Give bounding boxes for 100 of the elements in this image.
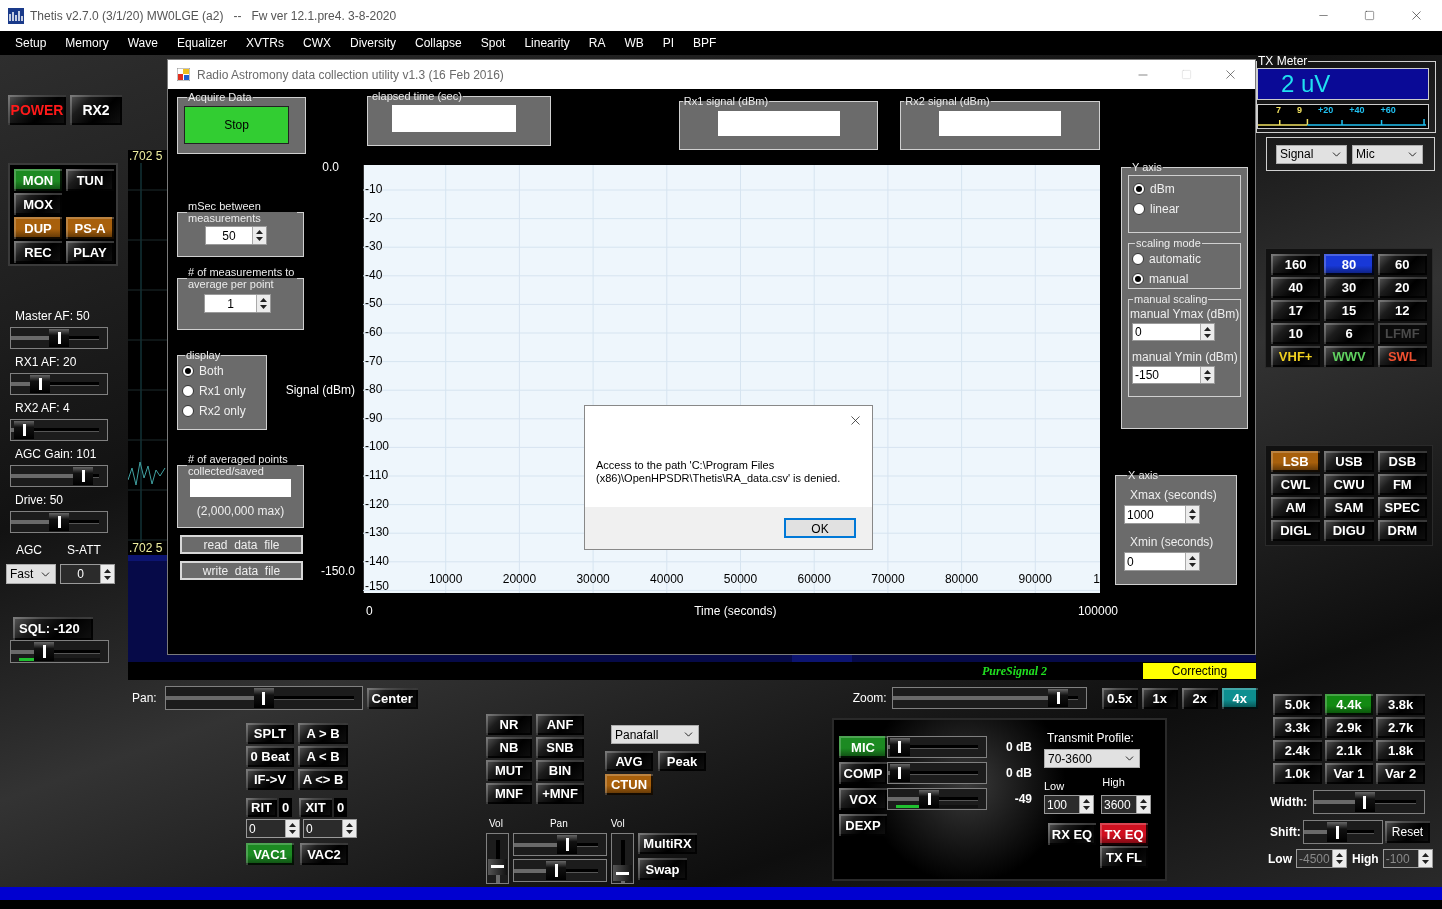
slider-thumb[interactable] bbox=[1327, 822, 1348, 842]
filter-button[interactable]: 2.4k bbox=[1273, 740, 1322, 761]
menu-item[interactable]: Setup bbox=[15, 34, 47, 52]
ok-button[interactable]: OK bbox=[784, 518, 856, 538]
dropdown[interactable]: Signal bbox=[1276, 144, 1347, 164]
slider[interactable] bbox=[1313, 790, 1425, 814]
tx-key-button[interactable]: MIC bbox=[839, 736, 887, 758]
radio-button[interactable] bbox=[1133, 203, 1145, 215]
vfo-button[interactable]: SPLT bbox=[246, 723, 294, 744]
band-button[interactable]: 20 bbox=[1377, 277, 1427, 298]
band-button[interactable]: 6 bbox=[1324, 323, 1374, 344]
menu-item[interactable]: Linearity bbox=[524, 34, 570, 52]
slider-thumb[interactable] bbox=[49, 513, 69, 531]
display-button[interactable]: AVG bbox=[605, 751, 653, 771]
slider-thumb[interactable] bbox=[889, 738, 910, 756]
mode-button[interactable]: AM bbox=[1271, 497, 1321, 518]
spinner-arrows-icon[interactable] bbox=[1079, 796, 1093, 813]
vac-button[interactable]: VAC1 bbox=[246, 843, 294, 865]
menu-item[interactable]: RA bbox=[588, 34, 606, 52]
dsp-button[interactable]: MNF bbox=[486, 783, 532, 804]
dropdown[interactable]: 70-3600 bbox=[1044, 749, 1140, 768]
vertical-slider[interactable] bbox=[611, 833, 634, 884]
spin-field[interactable]: 3600 bbox=[1101, 795, 1151, 814]
dsp-button[interactable]: +MNF bbox=[536, 783, 584, 804]
display-button[interactable]: Peak bbox=[658, 751, 706, 771]
mode-button[interactable]: LSB bbox=[1271, 451, 1321, 472]
spinner-arrows-icon[interactable] bbox=[342, 820, 356, 837]
slider[interactable] bbox=[891, 687, 1087, 709]
power-button[interactable]: POWER bbox=[8, 95, 66, 125]
slider[interactable] bbox=[10, 327, 108, 349]
mode-button[interactable]: SAM bbox=[1324, 497, 1374, 518]
slider-thumb[interactable] bbox=[546, 861, 567, 880]
slider-thumb[interactable] bbox=[613, 865, 632, 882]
slider-thumb[interactable] bbox=[889, 764, 910, 782]
band-button[interactable]: 60 bbox=[1377, 254, 1427, 275]
reset-button[interactable]: Reset bbox=[1385, 821, 1430, 843]
filter-button[interactable]: Var 1 bbox=[1324, 763, 1374, 784]
key-button[interactable]: REC bbox=[14, 241, 62, 263]
menu-item[interactable]: CWX bbox=[303, 34, 331, 52]
dsp-button[interactable]: BIN bbox=[536, 760, 584, 781]
band-button[interactable]: 12 bbox=[1377, 300, 1427, 321]
dsp-button[interactable]: ANF bbox=[536, 714, 584, 735]
vac-button[interactable]: VAC2 bbox=[300, 843, 348, 865]
band-button[interactable]: WWV bbox=[1324, 346, 1374, 367]
spinner-arrows-icon[interactable] bbox=[1200, 367, 1214, 383]
mode-button[interactable]: DIGU bbox=[1324, 520, 1374, 541]
menu-item[interactable]: BPF bbox=[693, 34, 717, 52]
slider[interactable] bbox=[10, 511, 108, 533]
zoom-button[interactable]: 4x bbox=[1221, 687, 1258, 709]
radio-button[interactable] bbox=[182, 405, 194, 417]
spinner-arrows-icon[interactable] bbox=[100, 565, 114, 583]
slider[interactable] bbox=[513, 833, 607, 856]
vfo-button[interactable]: A < B bbox=[298, 746, 348, 767]
slider[interactable] bbox=[887, 788, 987, 810]
spinner-arrows-icon[interactable] bbox=[285, 820, 299, 837]
filter-button[interactable]: 2.1k bbox=[1324, 740, 1374, 761]
slider-thumb[interactable] bbox=[557, 835, 578, 854]
eq-button[interactable]: RX EQ bbox=[1048, 823, 1096, 845]
spin-field[interactable]: 0 bbox=[303, 819, 357, 838]
spinner-arrows-icon[interactable] bbox=[1185, 553, 1199, 570]
band-button[interactable]: 160 bbox=[1271, 254, 1321, 275]
key-button[interactable]: TUN bbox=[66, 169, 114, 191]
dropdown[interactable]: Mic bbox=[1352, 144, 1423, 164]
mode-button[interactable]: DSB bbox=[1377, 451, 1427, 472]
dsp-button[interactable]: MUT bbox=[486, 760, 532, 781]
band-button[interactable]: 40 bbox=[1271, 277, 1321, 298]
mode-button[interactable]: USB bbox=[1324, 451, 1374, 472]
slider[interactable] bbox=[10, 419, 108, 441]
menu-item[interactable]: Wave bbox=[127, 34, 158, 52]
key-button[interactable]: PLAY bbox=[66, 241, 114, 263]
filter-button[interactable]: 2.9k bbox=[1324, 717, 1374, 738]
band-button[interactable]: VHF+ bbox=[1271, 346, 1321, 367]
slider-thumb[interactable] bbox=[919, 790, 940, 808]
mode-button[interactable]: SPEC bbox=[1377, 497, 1427, 518]
filter-button[interactable]: 3.8k bbox=[1376, 694, 1425, 715]
slider[interactable] bbox=[513, 859, 607, 882]
slider-thumb[interactable] bbox=[1354, 792, 1375, 812]
menu-item[interactable]: Diversity bbox=[350, 34, 396, 52]
spinner-arrows-icon[interactable] bbox=[252, 227, 266, 244]
band-button[interactable]: 15 bbox=[1324, 300, 1374, 321]
menu-item[interactable]: PI bbox=[662, 34, 675, 52]
mode-button[interactable]: CWU bbox=[1324, 474, 1374, 495]
slider[interactable] bbox=[1303, 820, 1383, 844]
filter-button[interactable]: 1.8k bbox=[1376, 740, 1425, 761]
zoom-button[interactable]: 1x bbox=[1141, 687, 1178, 709]
spin-field[interactable]: 0 bbox=[1124, 552, 1200, 571]
filter-button[interactable]: 1.0k bbox=[1273, 763, 1322, 784]
key-button[interactable]: MON bbox=[14, 169, 62, 191]
radio-button[interactable] bbox=[182, 385, 194, 397]
zoom-button[interactable]: 2x bbox=[1181, 687, 1218, 709]
slider-thumb[interactable] bbox=[1048, 689, 1069, 707]
band-button[interactable]: SWL bbox=[1377, 346, 1427, 367]
close-icon[interactable] bbox=[1223, 67, 1238, 82]
tx-key-button[interactable]: COMP bbox=[839, 762, 887, 784]
spin-field[interactable]: 1000 bbox=[1124, 505, 1200, 524]
file-button[interactable]: read data file bbox=[180, 535, 303, 554]
dropdown[interactable]: Fast bbox=[6, 564, 56, 584]
spinner-arrows-icon[interactable] bbox=[1200, 324, 1214, 340]
center-button[interactable]: Center bbox=[366, 687, 418, 709]
filter-button[interactable]: 2.7k bbox=[1376, 717, 1425, 738]
